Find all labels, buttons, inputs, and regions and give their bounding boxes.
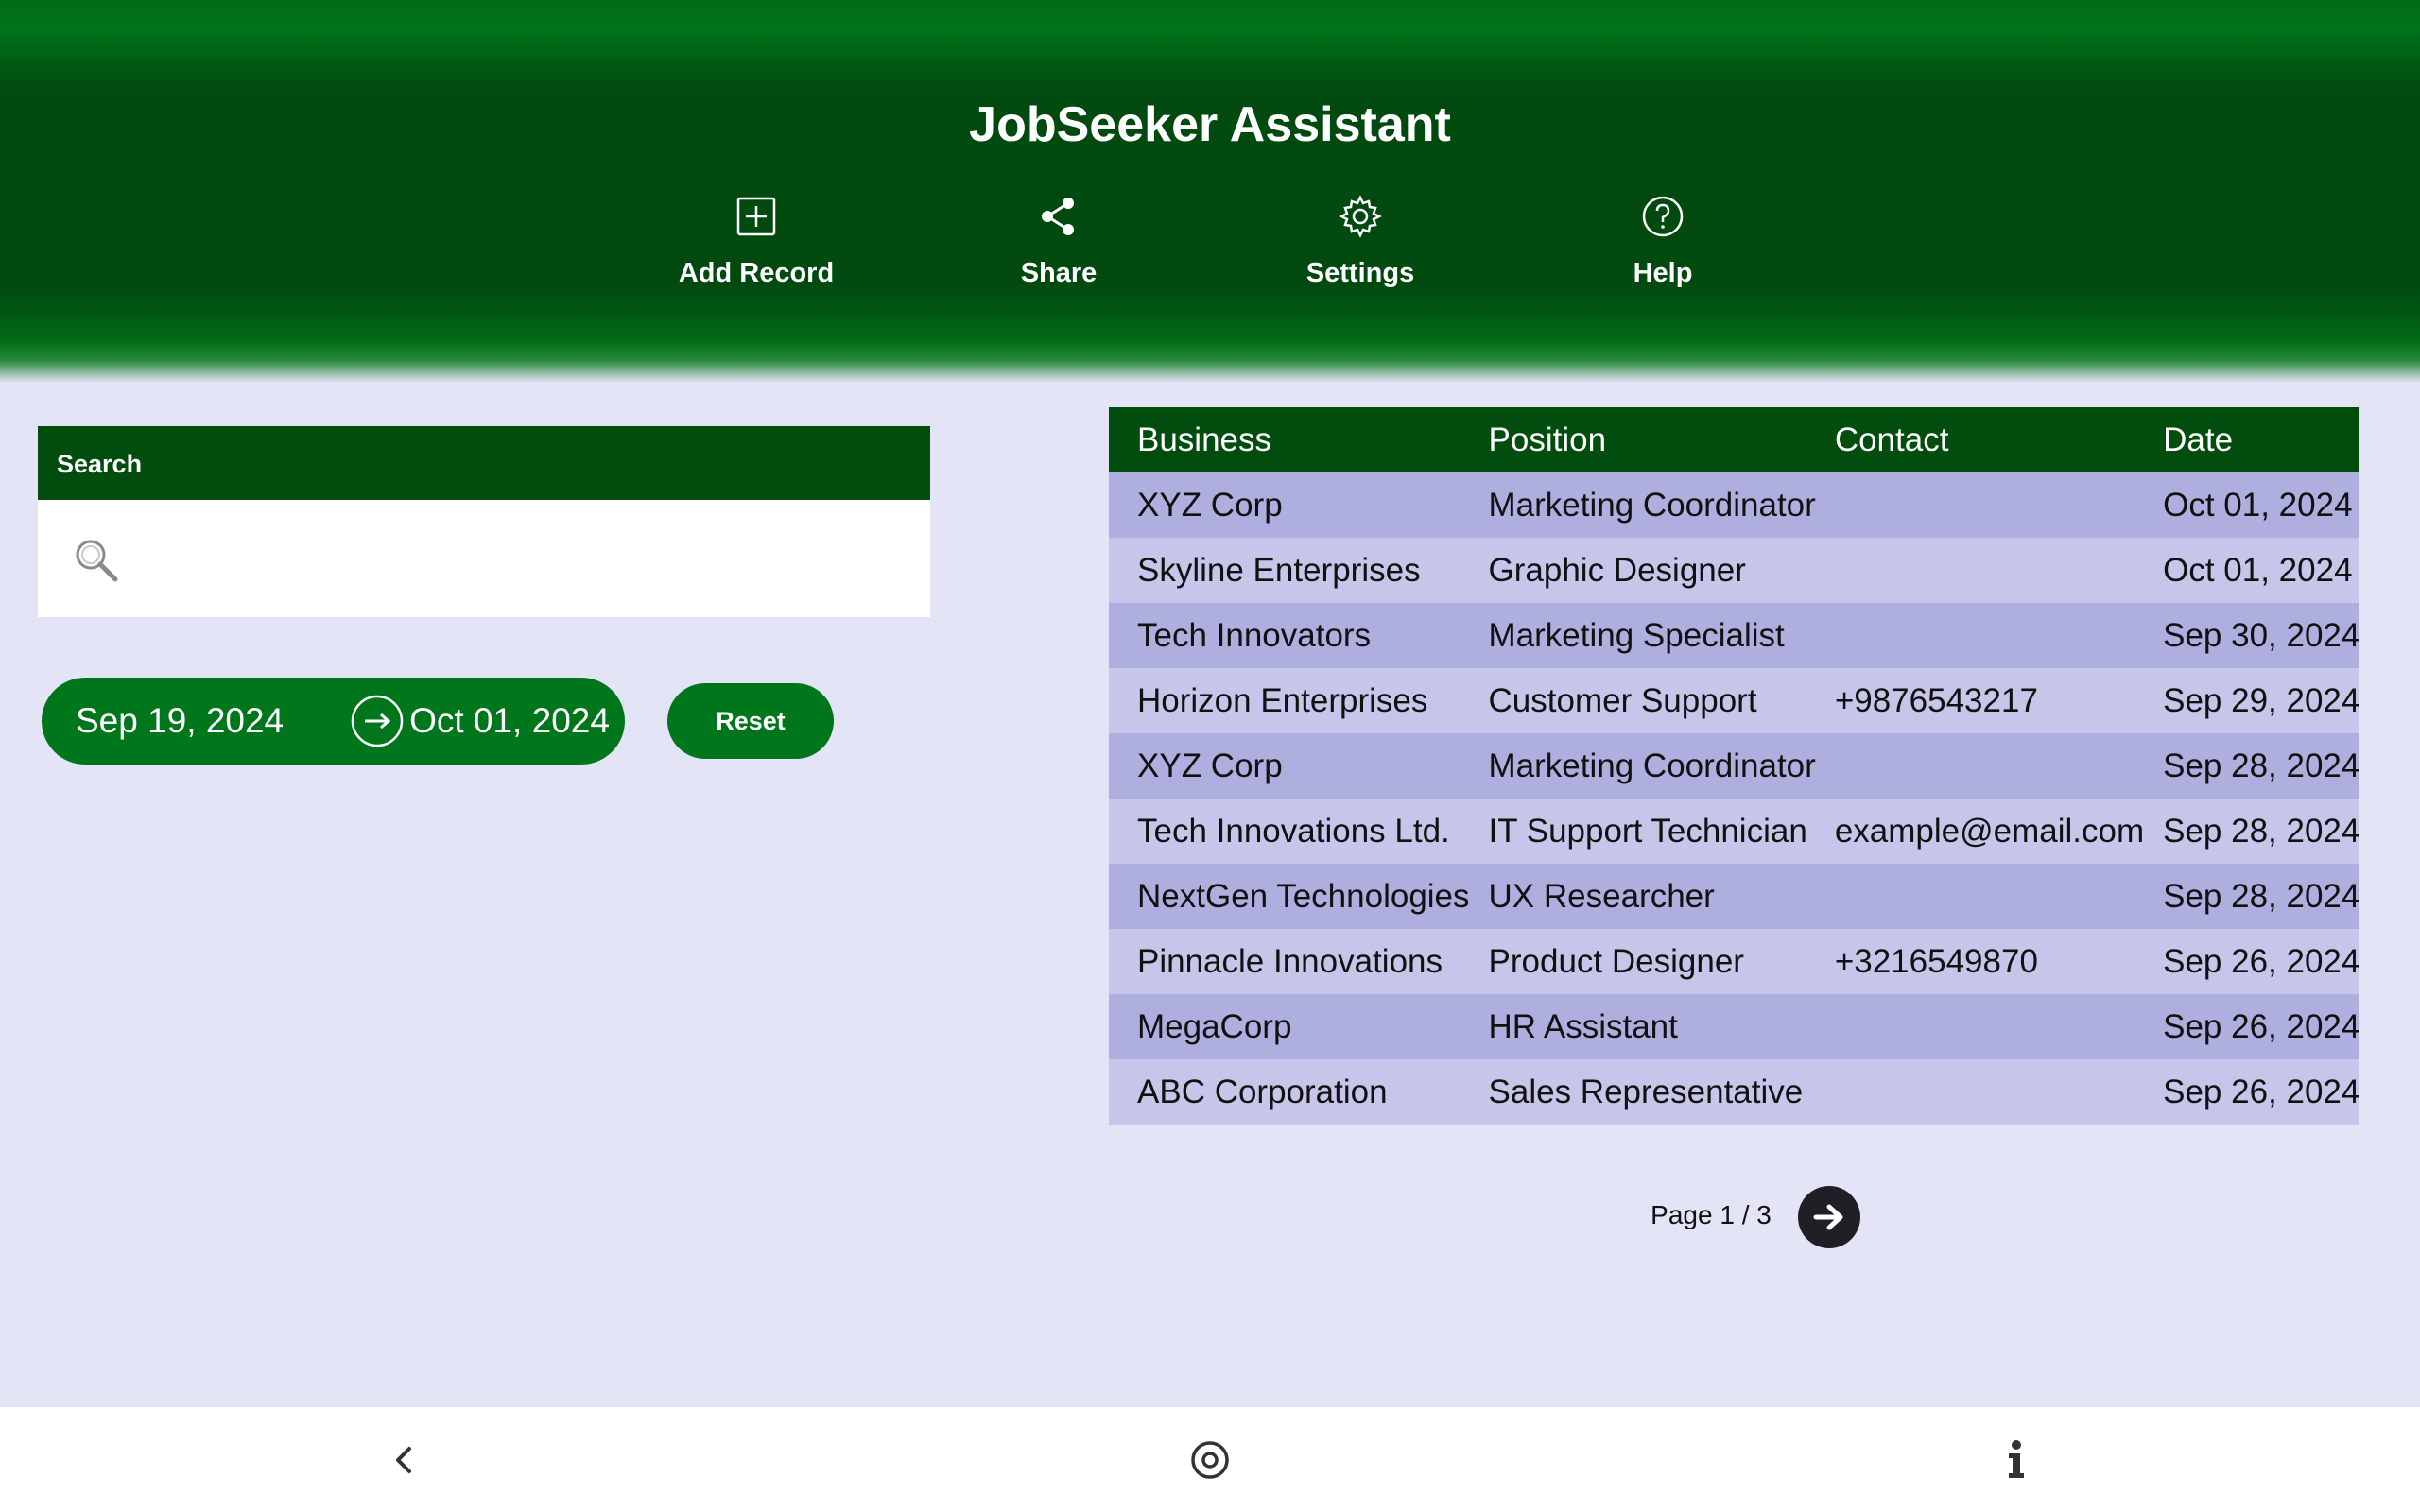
cell-position: Sales Representative [1469, 1059, 1816, 1125]
column-header-date[interactable]: Date [2144, 407, 2360, 472]
cell-position: UX Researcher [1469, 864, 1816, 929]
search-header: Search [38, 426, 930, 500]
table-row[interactable]: Pinnacle Innovations Product Designer +3… [1109, 929, 2360, 994]
table-row[interactable]: Tech Innovators Marketing Specialist Sep… [1109, 603, 2360, 668]
search-panel: Search [38, 426, 930, 617]
date-range-filter[interactable]: Sep 19, 2024 Oct 01, 2024 [42, 678, 625, 765]
back-button[interactable] [375, 1432, 432, 1488]
table-row[interactable]: XYZ Corp Marketing Coordinator Oct 01, 2… [1109, 472, 2360, 538]
cell-contact [1815, 733, 2145, 799]
cell-contact: example@email.com [1815, 799, 2145, 864]
cell-date: Sep 26, 2024 [2144, 929, 2360, 994]
cell-business: NextGen Technologies [1109, 864, 1470, 929]
cell-position: Graphic Designer [1469, 538, 1816, 603]
cell-position: IT Support Technician [1469, 799, 1816, 864]
arrow-right-circle-icon [351, 695, 404, 747]
cell-position: Customer Support [1469, 668, 1816, 733]
cell-date: Oct 01, 2024 [2144, 538, 2360, 603]
cell-position: Marketing Coordinator [1469, 472, 1816, 538]
gear-icon [1339, 195, 1382, 238]
app-header: JobSeeker Assistant Add Record Share Set… [0, 0, 2420, 383]
share-icon [1042, 198, 1074, 235]
cell-date: Sep 30, 2024 [2144, 603, 2360, 668]
search-input[interactable] [142, 521, 908, 596]
chevron-left-icon [396, 1447, 411, 1473]
column-header-position[interactable]: Position [1469, 407, 1816, 472]
column-header-contact[interactable]: Contact [1815, 407, 2145, 472]
cell-contact: +9876543217 [1815, 668, 2145, 733]
cell-date: Sep 28, 2024 [2144, 864, 2360, 929]
share-button[interactable]: Share [945, 194, 1172, 289]
next-page-button[interactable] [1798, 1186, 1860, 1248]
cell-business: Skyline Enterprises [1109, 538, 1470, 603]
cell-business: Tech Innovators [1109, 603, 1470, 668]
cell-business: Pinnacle Innovations [1109, 929, 1470, 994]
settings-button[interactable]: Settings [1247, 194, 1474, 289]
records-table: Business Position Contact Date XYZ Corp … [1109, 407, 2360, 1125]
table-row[interactable]: Tech Innovations Ltd. IT Support Technic… [1109, 799, 2360, 864]
search-icon [76, 540, 118, 582]
cell-business: XYZ Corp [1109, 472, 1470, 538]
cell-position: Marketing Coordinator [1469, 733, 1816, 799]
cell-date: Oct 01, 2024 [2144, 472, 2360, 538]
add-record-button[interactable]: Add Record [643, 194, 870, 289]
page-indicator: Page 1 / 3 [1651, 1200, 1772, 1229]
cell-date: Sep 26, 2024 [2144, 994, 2360, 1059]
cell-contact [1815, 1059, 2145, 1125]
arrow-right-icon [1813, 1204, 1843, 1230]
info-button[interactable] [1987, 1432, 2044, 1488]
cell-contact [1815, 472, 2145, 538]
app-title: JobSeeker Assistant [969, 97, 1451, 152]
cell-position: Product Designer [1469, 929, 1816, 994]
table-row[interactable]: Horizon Enterprises Customer Support +98… [1109, 668, 2360, 733]
cell-business: ABC Corporation [1109, 1059, 1470, 1125]
cell-position: HR Assistant [1469, 994, 1816, 1059]
table-row[interactable]: NextGen Technologies UX Researcher Sep 2… [1109, 864, 2360, 929]
table-row[interactable]: ABC Corporation Sales Representative Sep… [1109, 1059, 2360, 1125]
column-header-business[interactable]: Business [1109, 407, 1470, 472]
reset-button[interactable]: Reset [667, 683, 834, 759]
help-label: Help [1633, 258, 1693, 288]
add-record-label: Add Record [678, 258, 835, 288]
question-circle-icon [1642, 196, 1684, 237]
table-header-row: Business Position Contact Date [1109, 407, 2360, 472]
cell-position: Marketing Specialist [1469, 603, 1816, 668]
help-button[interactable]: Help [1549, 194, 1776, 289]
cell-date: Sep 28, 2024 [2144, 733, 2360, 799]
home-button[interactable] [1182, 1432, 1238, 1488]
table-row[interactable]: MegaCorp HR Assistant Sep 26, 2024 [1109, 994, 2360, 1059]
cell-date: Sep 28, 2024 [2144, 799, 2360, 864]
settings-label: Settings [1305, 258, 1415, 288]
cell-contact [1815, 994, 2145, 1059]
cell-date: Sep 29, 2024 [2144, 668, 2360, 733]
cell-contact [1815, 603, 2145, 668]
cell-contact [1815, 864, 2145, 929]
search-box[interactable] [38, 500, 930, 617]
cell-business: Tech Innovations Ltd. [1109, 799, 1470, 864]
cell-business: Horizon Enterprises [1109, 668, 1470, 733]
end-date[interactable]: Oct 01, 2024 [401, 678, 618, 765]
home-circle-icon [1191, 1441, 1229, 1479]
start-date[interactable]: Sep 19, 2024 [76, 678, 284, 765]
cell-contact: +3216549870 [1815, 929, 2145, 994]
cell-business: MegaCorp [1109, 994, 1470, 1059]
cell-date: Sep 26, 2024 [2144, 1059, 2360, 1125]
table-row[interactable]: Skyline Enterprises Graphic Designer Oct… [1109, 538, 2360, 603]
cell-business: XYZ Corp [1109, 733, 1470, 799]
add-square-icon [736, 197, 776, 236]
cell-contact [1815, 538, 2145, 603]
share-label: Share [1020, 258, 1098, 288]
bottom-navigation-bar [0, 1407, 2420, 1512]
table-row[interactable]: XYZ Corp Marketing Coordinator Sep 28, 2… [1109, 733, 2360, 799]
info-icon [2009, 1440, 2024, 1478]
